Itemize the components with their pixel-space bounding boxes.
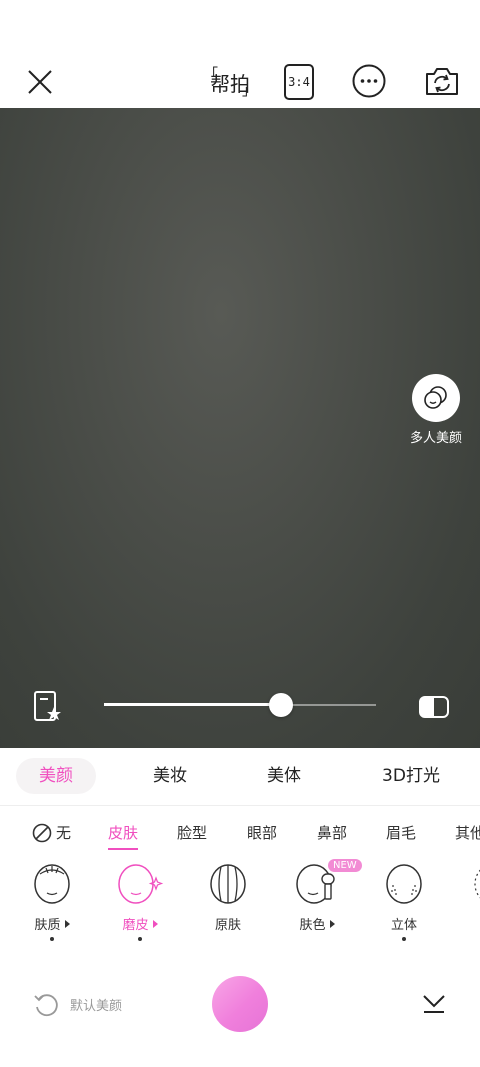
multi-face-icon [424, 386, 447, 409]
top-bar: 「 帮拍 」 3:4 [0, 0, 480, 108]
chevron-down-icon [423, 995, 445, 1013]
none-icon [32, 823, 52, 842]
bracket-left-icon: 「 [204, 67, 218, 83]
indicator-dot [138, 937, 142, 941]
favorite-preset-button[interactable] [32, 690, 64, 724]
skin-texture-icon [34, 864, 70, 904]
feature-list: 肤质 磨皮 原肤 肤色 立体 [0, 862, 480, 954]
intensity-slider[interactable] [104, 693, 376, 717]
feature-contour[interactable]: 立体 [368, 862, 440, 941]
indicator-dot [402, 937, 406, 941]
play-icon [64, 920, 70, 928]
slider-knob[interactable] [268, 693, 293, 717]
bracket-right-icon: 」 [242, 83, 256, 99]
shutter-button[interactable] [212, 976, 268, 1032]
favorite-preset-icon [34, 691, 61, 721]
feature-label: 肤质 [16, 914, 88, 933]
aspect-ratio-button[interactable]: 3:4 [284, 64, 314, 100]
close-button[interactable] [20, 62, 60, 102]
bottom-bar: 默认美颜 [0, 964, 480, 1067]
aspect-ratio-label: 3:4 [288, 75, 310, 89]
sub-tabs: 无 皮肤 脸型 眼部 鼻部 眉毛 其他 [0, 814, 480, 854]
multi-beauty-circle [412, 374, 460, 422]
partial-feature-icon [474, 869, 480, 899]
tab-beauty[interactable]: 美颜 [16, 758, 96, 794]
collapse-panel-button[interactable] [422, 992, 446, 1014]
feature-label: 磨皮 [104, 914, 176, 933]
sub-tab-eyes[interactable]: 眼部 [247, 822, 277, 843]
reset-default-button[interactable]: 默认美颜 [32, 990, 122, 1018]
active-underline [108, 848, 139, 850]
tab-body[interactable]: 美体 [246, 758, 322, 794]
feature-original-skin[interactable]: 原肤 [192, 862, 264, 933]
feature-label: 原肤 [214, 918, 241, 933]
new-badge: NEW [328, 859, 362, 872]
sub-tab-nose[interactable]: 鼻部 [317, 822, 347, 843]
compare-button[interactable] [418, 694, 450, 720]
category-tabs: 美颜 美妆 美体 3D打光 [0, 748, 480, 806]
compare-icon [419, 696, 449, 718]
more-button[interactable] [352, 64, 386, 98]
sub-tab-none[interactable]: 无 [32, 822, 71, 843]
sub-tab-eyebrows[interactable]: 眉毛 [386, 822, 416, 843]
sub-tab-skin-label: 皮肤 [108, 824, 139, 842]
camera-flip-button[interactable] [422, 62, 462, 100]
camera-flip-icon [426, 68, 458, 95]
help-shoot-button[interactable]: 「 帮拍 」 [202, 62, 258, 102]
sub-tab-other[interactable]: 其他 [455, 822, 480, 843]
play-icon [152, 920, 158, 928]
tab-makeup[interactable]: 美妆 [132, 758, 208, 794]
multi-beauty-label: 多人美颜 [409, 431, 462, 446]
tab-3d-lighting[interactable]: 3D打光 [370, 758, 452, 794]
feature-label: 肤色 [281, 914, 353, 933]
reset-default-label: 默认美颜 [70, 998, 123, 1014]
feature-partial[interactable] [456, 862, 480, 906]
sub-tab-skin[interactable]: 皮肤 [108, 822, 139, 850]
contour-icon [386, 864, 422, 904]
slider-fill [104, 703, 281, 706]
sub-tab-face-shape[interactable]: 脸型 [177, 822, 207, 843]
feature-skin-texture[interactable]: 肤质 [16, 862, 88, 941]
more-icon [352, 64, 386, 98]
reset-icon [34, 994, 58, 1017]
close-icon [28, 70, 52, 94]
indicator-dot [50, 937, 54, 941]
original-skin-icon [210, 864, 246, 904]
sub-tab-none-label: 无 [56, 824, 72, 842]
play-icon [329, 920, 335, 928]
feature-label: 立体 [390, 918, 417, 933]
feature-skin-tone[interactable]: 肤色 [281, 862, 353, 933]
smooth-skin-icon [118, 864, 164, 904]
feature-smooth-skin[interactable]: 磨皮 [104, 862, 176, 941]
multi-beauty-button[interactable]: 多人美颜 [404, 374, 468, 446]
